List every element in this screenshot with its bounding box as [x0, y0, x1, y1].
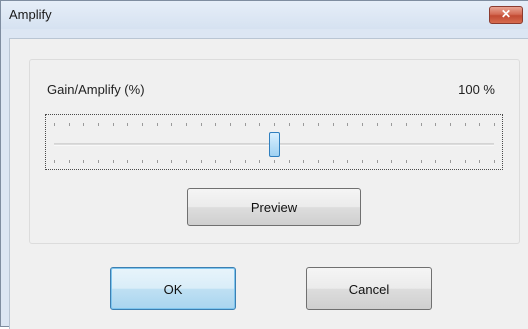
- preview-button[interactable]: Preview: [187, 188, 361, 226]
- title-bar[interactable]: Amplify ✕: [1, 1, 528, 29]
- gain-label: Gain/Amplify (%): [47, 82, 145, 97]
- gain-value: 100 %: [458, 82, 495, 97]
- slider-thumb[interactable]: [268, 132, 280, 157]
- gain-slider[interactable]: [45, 114, 503, 170]
- cancel-button[interactable]: Cancel: [306, 267, 432, 310]
- dialog-body: Gain/Amplify (%) 100 % Preview OK Cancel: [9, 38, 528, 329]
- amplify-dialog: Amplify ✕ Gain/Amplify (%) 100 % Preview…: [0, 0, 528, 329]
- close-icon: ✕: [500, 7, 512, 21]
- ok-button[interactable]: OK: [110, 267, 236, 310]
- gain-group-panel: Gain/Amplify (%) 100 % Preview: [29, 59, 520, 244]
- close-button[interactable]: ✕: [489, 6, 523, 24]
- window-title: Amplify: [9, 7, 52, 22]
